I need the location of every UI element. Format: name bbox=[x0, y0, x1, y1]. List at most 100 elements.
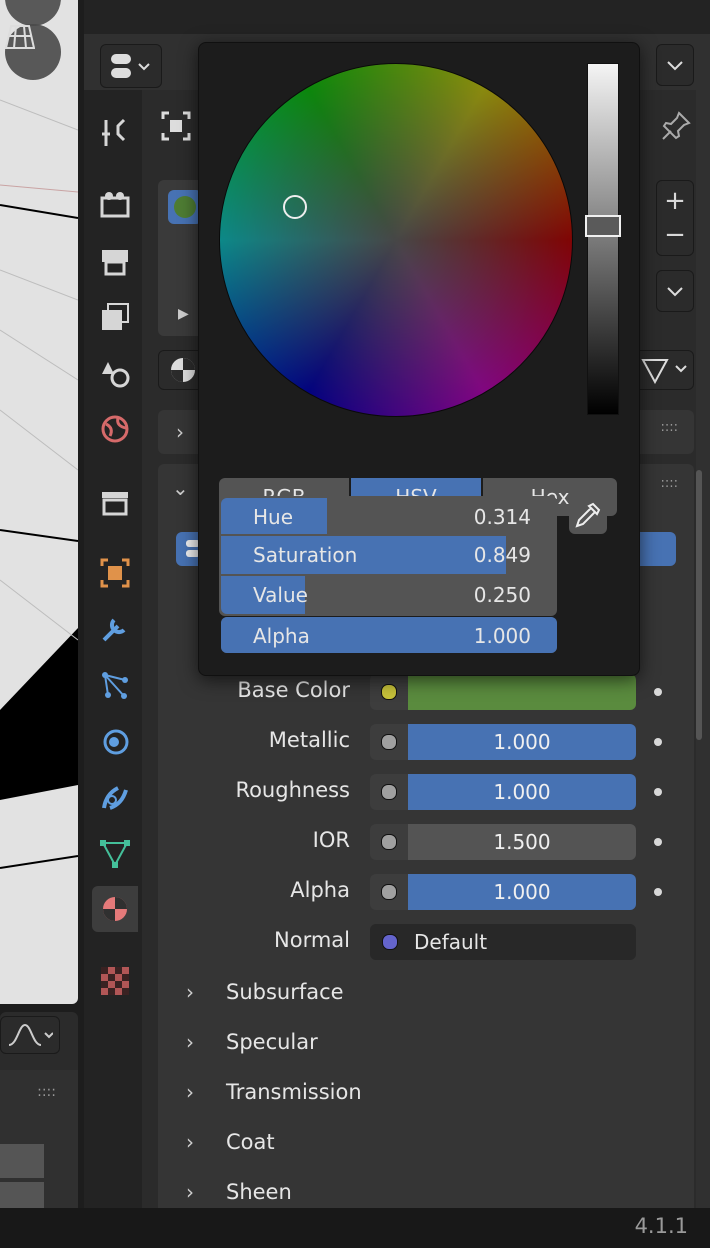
tab-physics[interactable] bbox=[92, 718, 138, 764]
subsection-specular[interactable]: › Specular bbox=[186, 1022, 318, 1062]
value-slider[interactable] bbox=[587, 63, 619, 415]
mini-editor-field[interactable] bbox=[0, 1144, 44, 1178]
drag-handle-icon[interactable]: :::: bbox=[37, 1084, 56, 1100]
metallic-label: Metallic bbox=[268, 728, 350, 752]
viewport-wireframe bbox=[0, 99, 78, 869]
tab-scene[interactable] bbox=[92, 350, 138, 396]
chevron-down-icon bbox=[667, 61, 683, 71]
tab-texture[interactable] bbox=[92, 958, 138, 1004]
grid-icon bbox=[5, 25, 35, 49]
alpha-field[interactable]: 1.000 bbox=[408, 874, 636, 910]
editor-type-dropdown[interactable] bbox=[100, 44, 162, 88]
subsection-subsurface[interactable]: › Subsurface bbox=[186, 972, 344, 1012]
object-icon bbox=[161, 111, 191, 141]
chevron-down-icon[interactable]: ⌄ bbox=[172, 476, 189, 500]
material-slot-selected[interactable] bbox=[168, 190, 202, 224]
value-slider-field[interactable]: Value 0.250 bbox=[221, 576, 557, 614]
metallic-socket[interactable] bbox=[370, 724, 408, 760]
material-icon bbox=[103, 897, 127, 921]
tab-render[interactable] bbox=[92, 182, 138, 228]
alpha-socket[interactable] bbox=[370, 874, 408, 910]
expand-arrow-icon[interactable]: ▶ bbox=[178, 306, 189, 322]
ior-field[interactable]: 1.500 bbox=[408, 824, 636, 860]
scene-icon bbox=[102, 362, 130, 388]
minus-icon[interactable]: − bbox=[664, 218, 686, 252]
roughness-field[interactable]: 1.000 bbox=[408, 774, 636, 810]
alpha-slider[interactable]: Alpha 1.000 bbox=[221, 617, 557, 653]
properties-editor-icon bbox=[111, 54, 150, 78]
base-color-socket[interactable] bbox=[370, 674, 408, 710]
eyedropper-button[interactable] bbox=[569, 496, 607, 534]
viewport-3d[interactable] bbox=[0, 0, 78, 1004]
tab-output[interactable] bbox=[92, 238, 138, 284]
subsection-label: Coat bbox=[226, 1130, 275, 1154]
tab-world[interactable] bbox=[92, 406, 138, 452]
normal-label: Normal bbox=[274, 928, 350, 952]
keyframe-dot[interactable] bbox=[654, 788, 662, 796]
tab-view-layer[interactable] bbox=[92, 294, 138, 340]
version-label: 4.1.1 bbox=[634, 1214, 688, 1238]
subsection-label: Sheen bbox=[226, 1180, 292, 1204]
tool-icon bbox=[102, 118, 126, 146]
mini-editor-panel: :::: bbox=[0, 1012, 78, 1220]
alpha-label: Alpha bbox=[290, 878, 350, 902]
eyedropper-icon bbox=[575, 502, 601, 528]
chevron-right-icon: › bbox=[186, 1180, 194, 1204]
pin-button[interactable] bbox=[656, 106, 696, 146]
header-menu-dropdown[interactable] bbox=[656, 44, 694, 86]
drag-handle-icon[interactable]: :::: bbox=[660, 420, 678, 435]
ior-label: IOR bbox=[312, 828, 350, 852]
properties-scrollbar[interactable] bbox=[696, 470, 702, 740]
tab-object[interactable] bbox=[92, 550, 138, 596]
drag-handle-icon[interactable]: :::: bbox=[660, 476, 678, 491]
tab-particles[interactable] bbox=[92, 662, 138, 708]
chevron-down-icon bbox=[667, 287, 683, 297]
value-slider-handle[interactable] bbox=[585, 215, 621, 237]
object-context-icon bbox=[156, 106, 196, 146]
roughness-socket[interactable] bbox=[370, 774, 408, 810]
chevron-right-icon: › bbox=[176, 420, 184, 444]
roughness-label: Roughness bbox=[235, 778, 350, 802]
slot-add-remove: + − bbox=[656, 180, 694, 256]
subsection-label: Specular bbox=[226, 1030, 318, 1054]
modifier-icon bbox=[102, 618, 126, 642]
hue-slider[interactable]: Hue 0.314 bbox=[221, 498, 557, 534]
saturation-value: 0.849 bbox=[473, 543, 531, 567]
properties-header bbox=[84, 0, 710, 34]
saturation-slider[interactable]: Saturation 0.849 bbox=[221, 536, 557, 574]
metallic-field[interactable]: 1.000 bbox=[408, 724, 636, 760]
mesh-data-icon bbox=[641, 359, 687, 384]
tab-material[interactable] bbox=[92, 886, 138, 932]
base-color-swatch[interactable] bbox=[408, 674, 636, 710]
ortho-toggle-button[interactable] bbox=[5, 24, 61, 80]
curve-type-dropdown[interactable] bbox=[0, 1016, 60, 1054]
subsection-sheen[interactable]: › Sheen bbox=[186, 1172, 292, 1212]
color-wheel-cursor[interactable] bbox=[283, 195, 307, 219]
tab-tool[interactable] bbox=[92, 110, 138, 156]
value-value: 0.250 bbox=[473, 583, 531, 607]
world-icon bbox=[101, 415, 129, 443]
keyframe-dot[interactable] bbox=[654, 888, 662, 896]
subsection-label: Subsurface bbox=[226, 980, 344, 1004]
physics-icon bbox=[103, 729, 129, 755]
chevron-right-icon: › bbox=[186, 1130, 194, 1154]
keyframe-dot[interactable] bbox=[654, 688, 662, 696]
subsection-transmission[interactable]: › Transmission bbox=[186, 1072, 362, 1112]
tab-collection[interactable] bbox=[92, 480, 138, 526]
slot-specials-dropdown[interactable] bbox=[656, 270, 694, 312]
color-wheel[interactable] bbox=[219, 63, 573, 417]
subsection-coat[interactable]: › Coat bbox=[186, 1122, 275, 1162]
ior-socket[interactable] bbox=[370, 824, 408, 860]
normal-field[interactable]: Default bbox=[370, 924, 636, 960]
collection-icon bbox=[102, 492, 128, 516]
subsection-label: Transmission bbox=[226, 1080, 362, 1104]
alpha-label: Alpha bbox=[253, 624, 310, 648]
keyframe-dot[interactable] bbox=[654, 738, 662, 746]
chevron-right-icon: › bbox=[186, 1080, 194, 1104]
tab-modifier[interactable] bbox=[92, 606, 138, 652]
tab-data[interactable] bbox=[92, 830, 138, 876]
plus-icon[interactable]: + bbox=[664, 184, 686, 218]
link-data-dropdown[interactable] bbox=[634, 350, 694, 390]
tab-constraints[interactable] bbox=[92, 774, 138, 820]
keyframe-dot[interactable] bbox=[654, 838, 662, 846]
